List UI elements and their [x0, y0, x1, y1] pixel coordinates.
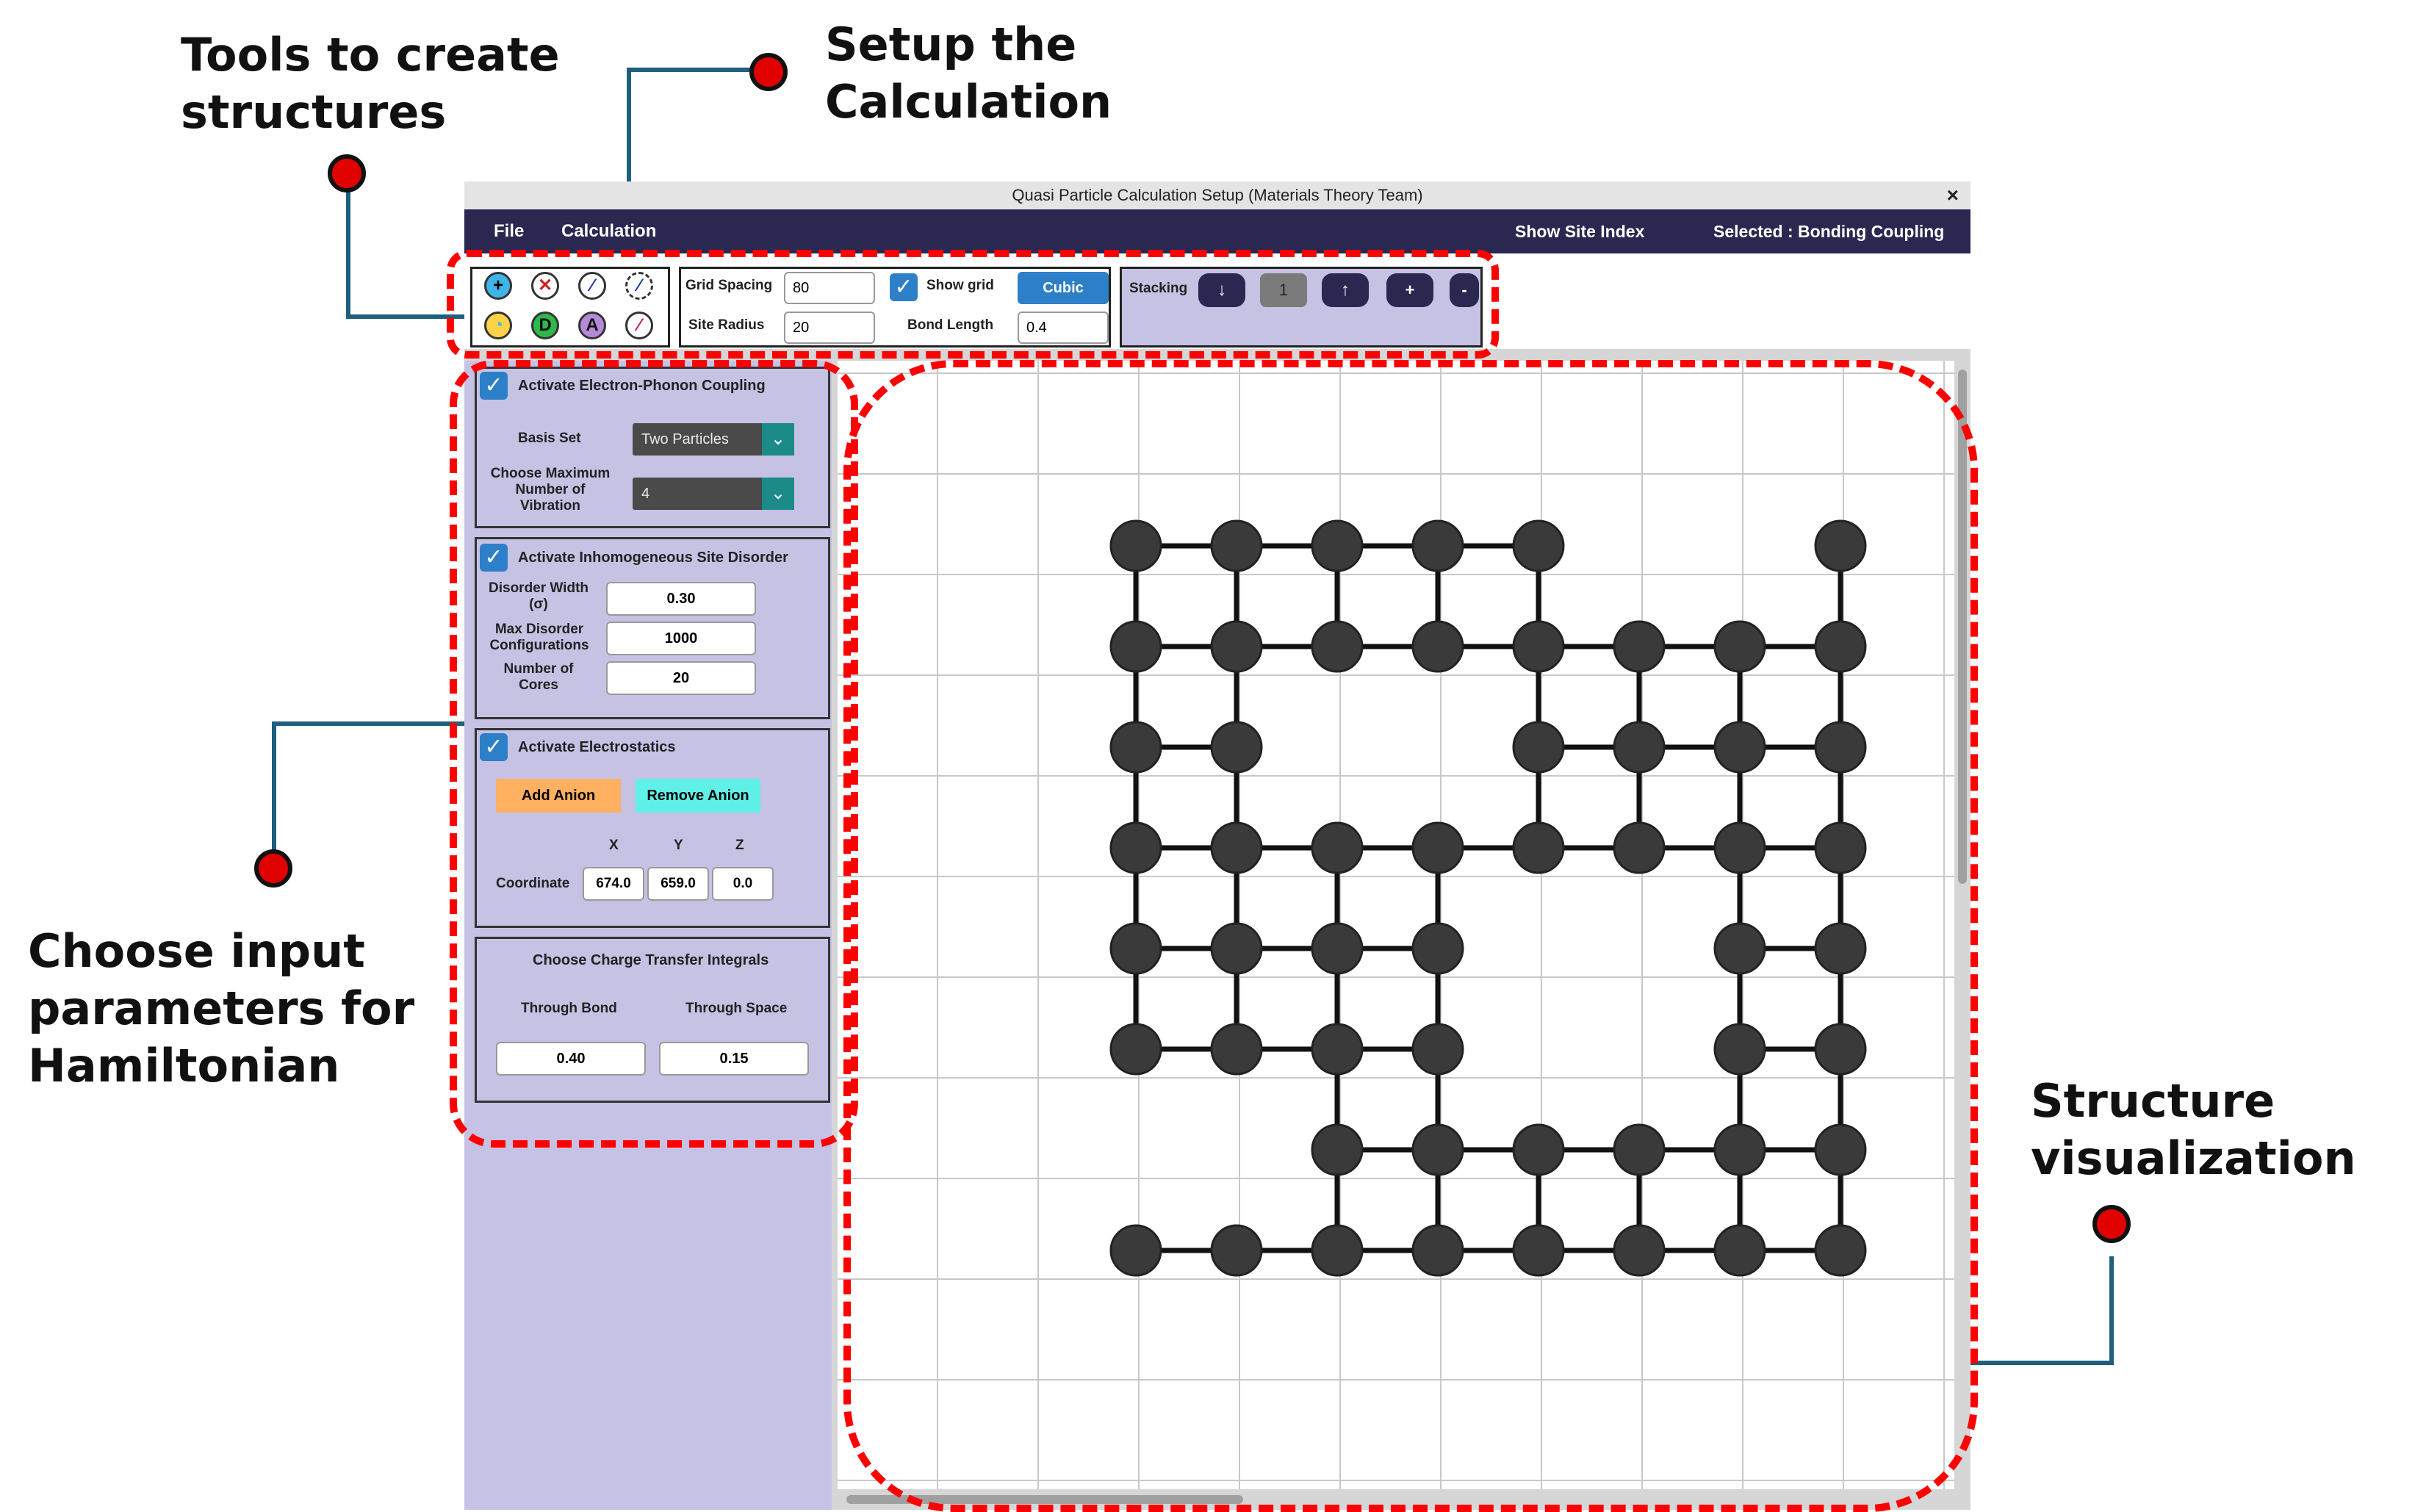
annotation-line: Tools to create — [181, 28, 560, 82]
params-highlight — [450, 360, 858, 1148]
annotation-line: Choose input — [28, 924, 365, 978]
annotation-structure: Structure visualization — [2031, 1073, 2356, 1187]
leader-line — [2109, 1256, 2114, 1365]
annotation-line: Structure — [2031, 1074, 2275, 1128]
menu-file[interactable]: File — [494, 209, 524, 253]
menu-calculation[interactable]: Calculation — [561, 209, 656, 253]
annotation-marker — [254, 849, 292, 888]
annotation-marker — [749, 53, 788, 91]
annotation-line: Calculation — [825, 75, 1112, 129]
annotation-line: visualization — [2031, 1131, 2356, 1185]
annotation-setup: Setup the Calculation — [825, 16, 1112, 131]
annotation-params: Choose input parameters for Hamiltonian — [28, 923, 414, 1095]
leader-line — [627, 68, 752, 72]
close-icon[interactable]: × — [1947, 181, 1959, 209]
title-bar: Quasi Particle Calculation Setup (Materi… — [464, 181, 1970, 209]
leader-line — [346, 173, 350, 319]
annotation-line: Hamiltonian — [28, 1039, 340, 1092]
show-site-index-button[interactable]: Show Site Index — [1515, 209, 1644, 253]
annotation-marker — [328, 154, 366, 192]
setup-highlight — [447, 250, 1499, 359]
annotation-line: Setup the — [825, 18, 1077, 71]
structure-highlight — [843, 360, 1978, 1512]
annotation-line: structures — [181, 85, 447, 139]
annotation-marker — [2092, 1205, 2131, 1243]
annotation-line: parameters for — [28, 982, 415, 1035]
window-title: Quasi Particle Calculation Setup (Materi… — [1012, 186, 1423, 204]
leader-line — [272, 721, 276, 861]
menu-bar: File Calculation Show Site Index Selecte… — [464, 209, 1970, 253]
selected-mode-label: Selected : Bonding Coupling — [1713, 222, 1945, 241]
annotation-tools: Tools to create structures — [181, 26, 560, 141]
